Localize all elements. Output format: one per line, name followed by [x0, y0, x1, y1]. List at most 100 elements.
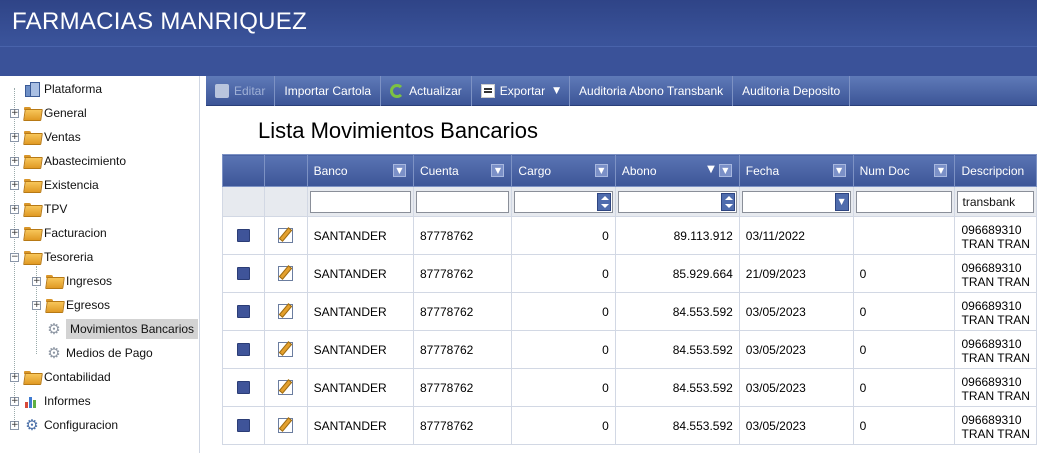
sidebar-item-ventas[interactable]: + Ventas — [10, 126, 81, 148]
export-button[interactable]: Exportar ▼ — [472, 76, 571, 106]
cell-banco: SANTANDER — [306, 292, 414, 331]
sidebar-item-tesoreria[interactable]: − Tesoreria — [10, 246, 93, 268]
filter-banco-input[interactable] — [309, 190, 411, 213]
audit-deposit-button[interactable]: Auditoria Deposito — [733, 76, 851, 106]
table-row[interactable]: SANTANDER 87778762 0 84.553.592 03/05/20… — [222, 292, 1037, 331]
select-column-header — [222, 154, 265, 187]
column-menu-icon[interactable]: ▼ — [718, 164, 732, 177]
row-select-icon[interactable] — [236, 419, 250, 432]
gear-icon: ⚙ — [47, 320, 61, 338]
header-strip — [0, 46, 1037, 76]
cell-cargo: 0 — [511, 330, 616, 369]
column-menu-icon[interactable]: ▼ — [491, 164, 505, 177]
sidebar-item-ingresos[interactable]: + Ingresos — [32, 270, 112, 292]
sidebar-item-facturacion[interactable]: + Facturacion — [10, 222, 107, 244]
refresh-icon — [390, 84, 405, 98]
cell-banco: SANTANDER — [306, 368, 414, 407]
table-row[interactable]: SANTANDER 87778762 0 84.553.592 03/05/20… — [222, 406, 1037, 445]
sidebar-item-configuracion[interactable]: + ⚙ Configuracion — [10, 414, 118, 436]
expand-icon[interactable]: + — [10, 372, 19, 382]
sidebar-item-abastecimiento[interactable]: + Abastecimiento — [10, 150, 126, 172]
chevron-down-icon[interactable]: ▼ — [553, 86, 560, 96]
sidebar-item-existencia[interactable]: + Existencia — [10, 174, 99, 196]
filter-cuenta-input[interactable] — [415, 190, 510, 213]
edit-row-icon[interactable] — [278, 228, 294, 243]
filter-cell — [263, 186, 308, 217]
table-row[interactable]: SANTANDER 87778762 0 84.553.592 03/05/20… — [222, 368, 1037, 407]
sidebar-item-tpv[interactable]: + TPV — [10, 198, 67, 220]
expand-icon[interactable]: + — [10, 228, 19, 238]
gear-icon: ⚙ — [47, 344, 61, 362]
row-select-icon[interactable] — [236, 343, 250, 356]
column-header-num-doc[interactable]: Num Doc ▼ — [852, 154, 956, 187]
cell-descripcion: 096689310 TRAN TRAN — [954, 254, 1037, 293]
column-header-fecha[interactable]: Fecha ▼ — [738, 154, 854, 187]
column-header-descripcion[interactable]: Descripcion — [954, 154, 1037, 187]
toolbar: Editar Importar Cartola Actualizar Expor… — [206, 76, 1037, 106]
sidebar-item-general[interactable]: + General — [10, 102, 87, 124]
column-menu-icon[interactable]: ▼ — [594, 164, 608, 177]
sidebar-item-medios-de-pago[interactable]: ⚙ Medios de Pago — [46, 342, 152, 364]
column-menu-icon[interactable]: ▼ — [392, 164, 406, 177]
column-header-abono[interactable]: Abono ▼ ▼ — [614, 154, 740, 187]
filter-fecha-input[interactable]: ▼ — [741, 190, 851, 213]
edit-row-icon[interactable] — [278, 266, 294, 281]
chart-icon — [24, 394, 40, 408]
column-header-cargo[interactable]: Cargo ▼ — [511, 154, 616, 187]
cell-num-doc — [852, 216, 956, 255]
gear-icon: ⚙ — [25, 416, 39, 434]
folder-icon — [24, 371, 40, 383]
filter-cargo-input[interactable] — [514, 190, 613, 213]
expand-icon[interactable]: + — [32, 276, 41, 286]
sidebar-item-plataforma[interactable]: Plataforma — [10, 78, 102, 100]
filter-descripcion-input[interactable]: transbank — [957, 190, 1034, 213]
edit-row-icon[interactable] — [278, 380, 294, 395]
folder-icon — [46, 299, 62, 311]
cell-descripcion: 096689310 TRAN TRAN — [954, 292, 1037, 331]
sidebar-item-movimientos-bancarios[interactable]: ⚙ Movimientos Bancarios — [46, 318, 199, 340]
column-header-cuenta[interactable]: Cuenta ▼ — [412, 154, 513, 187]
expand-icon[interactable]: + — [10, 156, 19, 166]
edit-row-icon[interactable] — [278, 304, 294, 319]
sidebar-item-contabilidad[interactable]: + Contabilidad — [10, 366, 111, 388]
chevron-down-icon[interactable]: ▼ — [834, 192, 849, 211]
page-title: Lista Movimientos Bancarios — [258, 118, 539, 143]
row-select-icon[interactable] — [236, 305, 250, 318]
spinner-icon[interactable] — [720, 192, 735, 211]
filter-num-doc-input[interactable] — [855, 190, 953, 213]
expand-icon[interactable]: + — [10, 108, 19, 118]
spinner-icon[interactable] — [596, 192, 611, 211]
cell-banco: SANTANDER — [306, 330, 414, 369]
edit-row-icon[interactable] — [278, 342, 294, 357]
column-menu-icon[interactable]: ▼ — [832, 164, 846, 177]
table-row[interactable]: SANTANDER 87778762 0 84.553.592 03/05/20… — [222, 330, 1037, 369]
expand-icon[interactable]: + — [10, 420, 19, 430]
expand-icon[interactable]: + — [10, 396, 19, 406]
audit-transbank-button[interactable]: Auditoria Abono Transbank — [570, 76, 734, 106]
edit-row-icon[interactable] — [278, 418, 294, 433]
table-row[interactable]: SANTANDER 87778762 0 89.113.912 03/11/20… — [222, 216, 1037, 255]
row-select-icon[interactable] — [236, 229, 250, 242]
filter-abono-input[interactable] — [617, 190, 737, 213]
cell-descripcion: 096689310 TRAN TRAN — [954, 368, 1037, 407]
filter-cell — [222, 186, 265, 217]
collapse-icon[interactable]: − — [10, 252, 19, 262]
edit-button[interactable]: Editar — [206, 76, 276, 106]
expand-icon[interactable]: + — [32, 300, 41, 310]
expand-icon[interactable]: + — [10, 180, 19, 190]
row-select-icon[interactable] — [236, 381, 250, 394]
refresh-button[interactable]: Actualizar — [381, 76, 472, 106]
cell-cuenta: 87778762 — [412, 216, 513, 255]
row-select-icon[interactable] — [236, 267, 250, 280]
expand-icon[interactable]: + — [10, 204, 19, 214]
cell-cuenta: 87778762 — [412, 406, 513, 445]
column-menu-icon[interactable]: ▼ — [934, 164, 948, 177]
cell-fecha: 03/05/2023 — [738, 368, 854, 407]
import-cartola-button[interactable]: Importar Cartola — [275, 76, 382, 106]
app-title: FARMACIAS MANRIQUEZ — [12, 8, 308, 35]
sidebar-item-egresos[interactable]: + Egresos — [32, 294, 110, 316]
sidebar-item-informes[interactable]: + Informes — [10, 390, 91, 412]
table-row[interactable]: SANTANDER 87778762 0 85.929.664 21/09/20… — [222, 254, 1037, 293]
column-header-banco[interactable]: Banco ▼ — [306, 154, 414, 187]
expand-icon[interactable]: + — [10, 132, 19, 142]
